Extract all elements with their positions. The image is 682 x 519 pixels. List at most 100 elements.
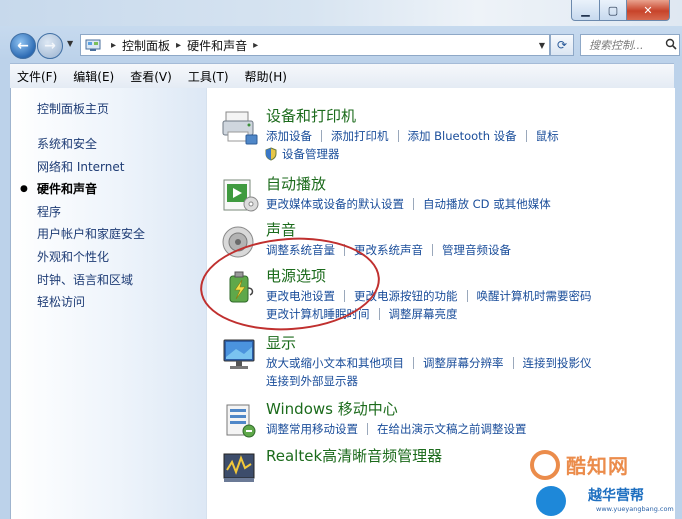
link-adjust-resolution[interactable]: 调整屏幕分辨率 [423,355,504,371]
link-separator [525,130,527,142]
sidebar-item-hardware-sound[interactable]: 硬件和声音 [20,178,145,201]
link-manage-audio-devices[interactable]: 管理音频设备 [442,242,511,258]
sidebar-item-appearance[interactable]: 外观和个性化 [37,246,145,269]
link-adjust-brightness[interactable]: 调整屏幕亮度 [389,306,458,322]
link-resize-text[interactable]: 放大或缩小文本和其他项目 [266,355,404,371]
breadcrumb-hardware-sound[interactable]: 硬件和声音 [187,37,247,54]
link-presentation-settings[interactable]: 在给出演示文稿之前调整设置 [377,421,527,437]
sidebar-list: 系统和安全 网络和 Internet 硬件和声音 程序 用户帐户和家庭安全 外观… [20,133,145,314]
back-arrow-icon: ← [17,38,29,54]
link-row: 更改计算机睡眠时间 调整屏幕亮度 [266,306,458,322]
breadcrumb-separator[interactable]: ▸ [176,40,181,51]
watermark-logo-icon [530,450,560,480]
link-separator [367,423,368,435]
watermark-badge-icon [536,486,566,516]
forward-arrow-icon: → [44,38,56,54]
link-row: 设备管理器 [264,146,340,162]
menu-view[interactable]: 查看(V) [123,68,179,85]
category-title-autoplay[interactable]: 自动播放 [266,173,326,194]
power-icon[interactable] [220,268,260,308]
link-row: 调整系统音量 更改系统声音 管理音频设备 [266,242,511,258]
search-icon[interactable] [665,38,677,53]
display-icon[interactable] [220,335,260,375]
sidebar-control-panel-home[interactable]: 控制面板主页 [37,100,109,117]
link-change-battery-settings[interactable]: 更改电池设置 [266,288,335,304]
link-change-media-defaults[interactable]: 更改媒体或设备的默认设置 [266,196,404,212]
category-title-power-options[interactable]: 电源选项 [266,265,326,286]
link-device-manager-wrapper: 设备管理器 [264,146,340,162]
breadcrumb-control-panel[interactable]: 控制面板 [122,37,170,54]
category-title-mobility-center[interactable]: Windows 移动中心 [266,398,398,419]
search-input[interactable] [587,37,665,53]
printer-icon[interactable] [220,108,260,148]
maximize-icon: ▢ [607,3,619,17]
menu-edit[interactable]: 编辑(E) [66,68,121,85]
link-separator [344,290,345,302]
breadcrumb-separator[interactable]: ▸ [111,40,116,51]
menu-help[interactable]: 帮助(H) [238,68,294,85]
link-separator [512,357,514,369]
mobility-center-icon[interactable] [220,401,260,441]
link-separator [413,357,414,369]
minimize-icon: ▁ [581,3,590,17]
link-row: 更改电池设置 更改电源按钮的功能 唤醒计算机时需要密码 [266,288,592,304]
refresh-icon: ⟳ [556,38,568,52]
menu-tools[interactable]: 工具(T) [181,68,236,85]
link-adjust-volume[interactable]: 调整系统音量 [266,242,335,258]
forward-button[interactable]: → [37,33,63,59]
link-add-bluetooth-device[interactable]: 添加 Bluetooth 设备 [408,128,517,144]
category-title-devices-printers[interactable]: 设备和打印机 [266,105,356,126]
autoplay-icon[interactable] [220,176,260,216]
link-device-manager[interactable]: 设备管理器 [282,146,340,162]
uac-shield-icon [265,147,277,161]
link-separator [397,130,399,142]
sidebar-item-network-internet[interactable]: 网络和 Internet [37,156,145,179]
link-separator [344,244,345,256]
watermark-url: www.yueyangbang.com [596,505,674,513]
sidebar-item-system-security[interactable]: 系统和安全 [37,133,145,156]
address-history-dropdown[interactable]: ▼ [535,41,549,50]
watermark-brand-2: 越华营帮 [588,488,644,504]
link-row: 连接到外部显示器 [266,373,358,389]
link-change-sleep-time[interactable]: 更改计算机睡眠时间 [266,306,370,322]
link-add-device[interactable]: 添加设备 [266,128,312,144]
link-connect-external-display[interactable]: 连接到外部显示器 [266,373,358,389]
close-button[interactable]: ✕ [627,0,670,21]
link-add-printer[interactable]: 添加打印机 [331,128,389,144]
realtek-audio-icon[interactable] [220,448,260,488]
link-separator [466,290,468,302]
maximize-button[interactable]: ▢ [600,0,627,21]
menu-bar: 文件(F) 编辑(E) 查看(V) 工具(T) 帮助(H) [10,63,674,89]
sidebar-item-user-accounts[interactable]: 用户帐户和家庭安全 [37,223,145,246]
link-connect-projector[interactable]: 连接到投影仪 [523,355,592,371]
search-box[interactable] [580,34,680,56]
link-common-mobility-settings[interactable]: 调整常用移动设置 [266,421,358,437]
close-icon: ✕ [643,3,653,17]
breadcrumb-separator[interactable]: ▸ [253,40,258,51]
watermark-brand-1: 酷知网 [566,454,629,478]
link-mouse[interactable]: 鼠标 [536,128,559,144]
sidebar-item-ease-of-access[interactable]: 轻松访问 [37,291,145,314]
link-change-power-buttons[interactable]: 更改电源按钮的功能 [354,288,458,304]
minimize-button[interactable]: ▁ [571,0,600,21]
menu-file[interactable]: 文件(F) [10,68,64,85]
link-separator [378,308,380,320]
category-title-realtek-audio[interactable]: Realtek高清晰音频管理器 [266,445,442,466]
link-autoplay-cd[interactable]: 自动播放 CD 或其他媒体 [423,196,551,212]
speaker-icon[interactable] [220,222,260,262]
link-row: 放大或缩小文本和其他项目 调整屏幕分辨率 连接到投影仪 [266,355,592,371]
navigation-bar: ← → ▼ ▸ 控制面板 ▸ 硬件和声音 ▸ ▼ ⟳ [10,29,680,61]
link-change-system-sounds[interactable]: 更改系统声音 [354,242,423,258]
refresh-button[interactable]: ⟳ [550,34,574,56]
category-title-sound[interactable]: 声音 [266,219,296,240]
recent-pages-dropdown[interactable]: ▼ [67,39,73,48]
sidebar-item-clock-language[interactable]: 时钟、语言和区域 [37,269,145,292]
link-require-password-wake[interactable]: 唤醒计算机时需要密码 [477,288,592,304]
link-row: 调整常用移动设置 在给出演示文稿之前调整设置 [266,421,527,437]
category-title-display[interactable]: 显示 [266,332,296,353]
back-button[interactable]: ← [10,33,36,59]
sidebar-item-programs[interactable]: 程序 [37,201,145,224]
sidebar: 控制面板主页 系统和安全 网络和 Internet 硬件和声音 程序 用户帐户和… [11,88,207,519]
link-row: 添加设备 添加打印机 添加 Bluetooth 设备 鼠标 [266,128,559,144]
address-bar[interactable]: ▸ 控制面板 ▸ 硬件和声音 ▸ ▼ [80,34,550,56]
